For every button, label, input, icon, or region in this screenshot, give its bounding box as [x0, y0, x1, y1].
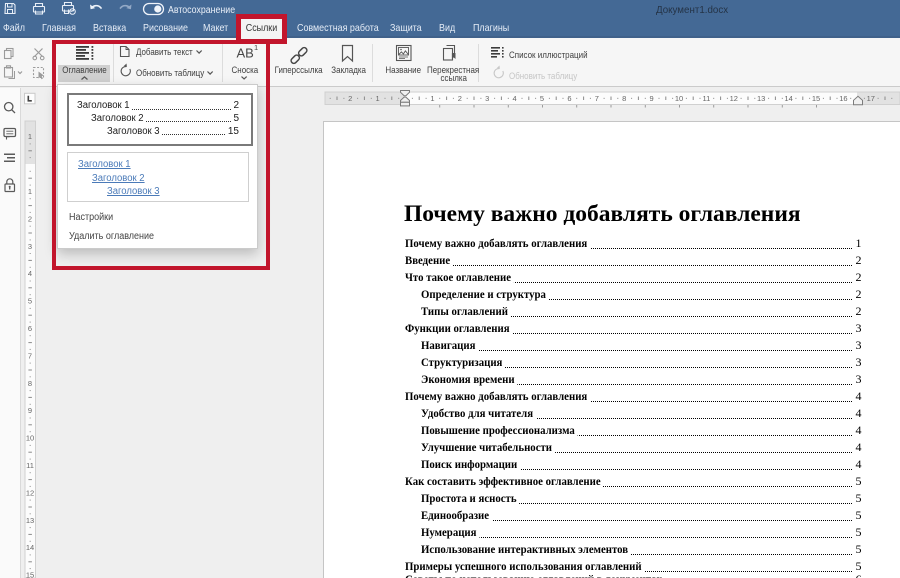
svg-text:6: 6 — [28, 324, 32, 333]
svg-text:3: 3 — [28, 242, 32, 251]
svg-text:2: 2 — [28, 214, 32, 223]
svg-text:1: 1 — [376, 94, 380, 103]
svg-text:10: 10 — [26, 434, 34, 443]
svg-text:2: 2 — [348, 94, 352, 103]
svg-text:12: 12 — [730, 94, 738, 103]
svg-text:5: 5 — [28, 297, 32, 306]
svg-text:2: 2 — [458, 94, 462, 103]
svg-text:8: 8 — [28, 379, 32, 388]
svg-text:1: 1 — [28, 132, 32, 141]
svg-text:6: 6 — [567, 94, 571, 103]
svg-text:13: 13 — [26, 516, 34, 525]
svg-text:1: 1 — [430, 94, 434, 103]
svg-text:7: 7 — [595, 94, 599, 103]
svg-text:15: 15 — [26, 571, 34, 578]
svg-text:13: 13 — [757, 94, 765, 103]
svg-text:1: 1 — [28, 187, 32, 196]
svg-text:12: 12 — [26, 488, 34, 497]
svg-text:11: 11 — [703, 94, 711, 103]
svg-text:4: 4 — [28, 269, 32, 278]
svg-text:5: 5 — [540, 94, 544, 103]
svg-text:17: 17 — [867, 94, 875, 103]
svg-text:9: 9 — [650, 94, 654, 103]
svg-text:10: 10 — [675, 94, 683, 103]
svg-text:8: 8 — [622, 94, 626, 103]
svg-text:9: 9 — [28, 406, 32, 415]
svg-text:14: 14 — [26, 543, 34, 552]
svg-text:15: 15 — [812, 94, 820, 103]
svg-text:14: 14 — [784, 94, 792, 103]
svg-text:3: 3 — [485, 94, 489, 103]
svg-text:7: 7 — [28, 351, 32, 360]
svg-text:4: 4 — [513, 94, 517, 103]
svg-text:16: 16 — [839, 94, 847, 103]
svg-text:11: 11 — [26, 461, 34, 470]
